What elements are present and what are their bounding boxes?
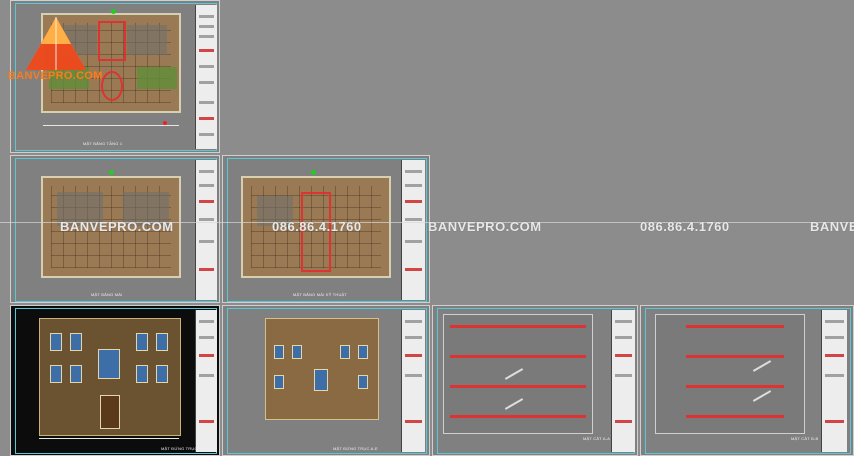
sheet-caption: MẶT ĐỨNG TRỤC A-E bbox=[333, 446, 378, 451]
sheet-elevation-2[interactable]: MẶT ĐỨNG TRỤC A-E bbox=[222, 305, 430, 456]
watermark-phone: 086.86.4.1760 bbox=[640, 219, 730, 234]
landscape-zone bbox=[137, 67, 177, 89]
watermark-brand: BANVEPRO.COM bbox=[60, 219, 174, 234]
title-block bbox=[611, 310, 635, 452]
sheet-caption: MẶT ĐỨNG TRỤC 1-6 bbox=[161, 446, 206, 451]
watermark-brand: BANVEPRO.COM bbox=[428, 219, 542, 234]
plan-room bbox=[127, 25, 167, 55]
sheet-caption: MẶT CẮT B-B bbox=[791, 436, 819, 441]
plan-red-outline bbox=[98, 21, 126, 61]
sheet-caption: MẶT CẮT A-A bbox=[583, 436, 611, 441]
logo-text: BANVEPRO.COM bbox=[8, 70, 103, 82]
sheet-caption: MẶT BẰNG MÁI bbox=[91, 292, 123, 297]
sheet-caption: MẶT BẰNG TẦNG 1 bbox=[83, 141, 123, 146]
watermark-brand-cut: BANVE bbox=[810, 219, 854, 234]
title-block bbox=[821, 310, 847, 452]
title-block bbox=[195, 160, 217, 300]
plan-red-outline bbox=[101, 71, 123, 101]
dimension-line bbox=[43, 125, 179, 126]
sheet-caption: MẶT BẰNG MÁI KỸ THUẬT bbox=[293, 292, 348, 297]
title-block bbox=[195, 310, 217, 452]
title-block bbox=[401, 160, 425, 300]
watermark-phone: 086.86.4.1760 bbox=[272, 219, 362, 234]
section-drawing bbox=[655, 314, 805, 434]
axis-marker bbox=[311, 170, 316, 175]
front-elevation-drawing bbox=[39, 318, 181, 436]
sheet-elevation-1[interactable]: MẶT ĐỨNG TRỤC 1-6 bbox=[10, 305, 220, 456]
axis-marker bbox=[109, 170, 114, 175]
cad-model-space[interactable]: MẶT BẰNG TẦNG 1 MẶT BẰNG MÁI MẶT BẰNG MÁ… bbox=[0, 0, 854, 456]
level-marker bbox=[163, 121, 167, 125]
title-block bbox=[401, 310, 425, 452]
title-block bbox=[195, 5, 217, 149]
dimension-line bbox=[39, 438, 179, 439]
side-elevation-drawing bbox=[265, 318, 379, 420]
sheet-section-1[interactable]: MẶT CẮT A-A bbox=[432, 305, 638, 456]
axis-marker bbox=[111, 9, 116, 14]
sheet-section-2[interactable]: MẶT CẮT B-B bbox=[640, 305, 854, 456]
section-drawing bbox=[443, 314, 593, 434]
